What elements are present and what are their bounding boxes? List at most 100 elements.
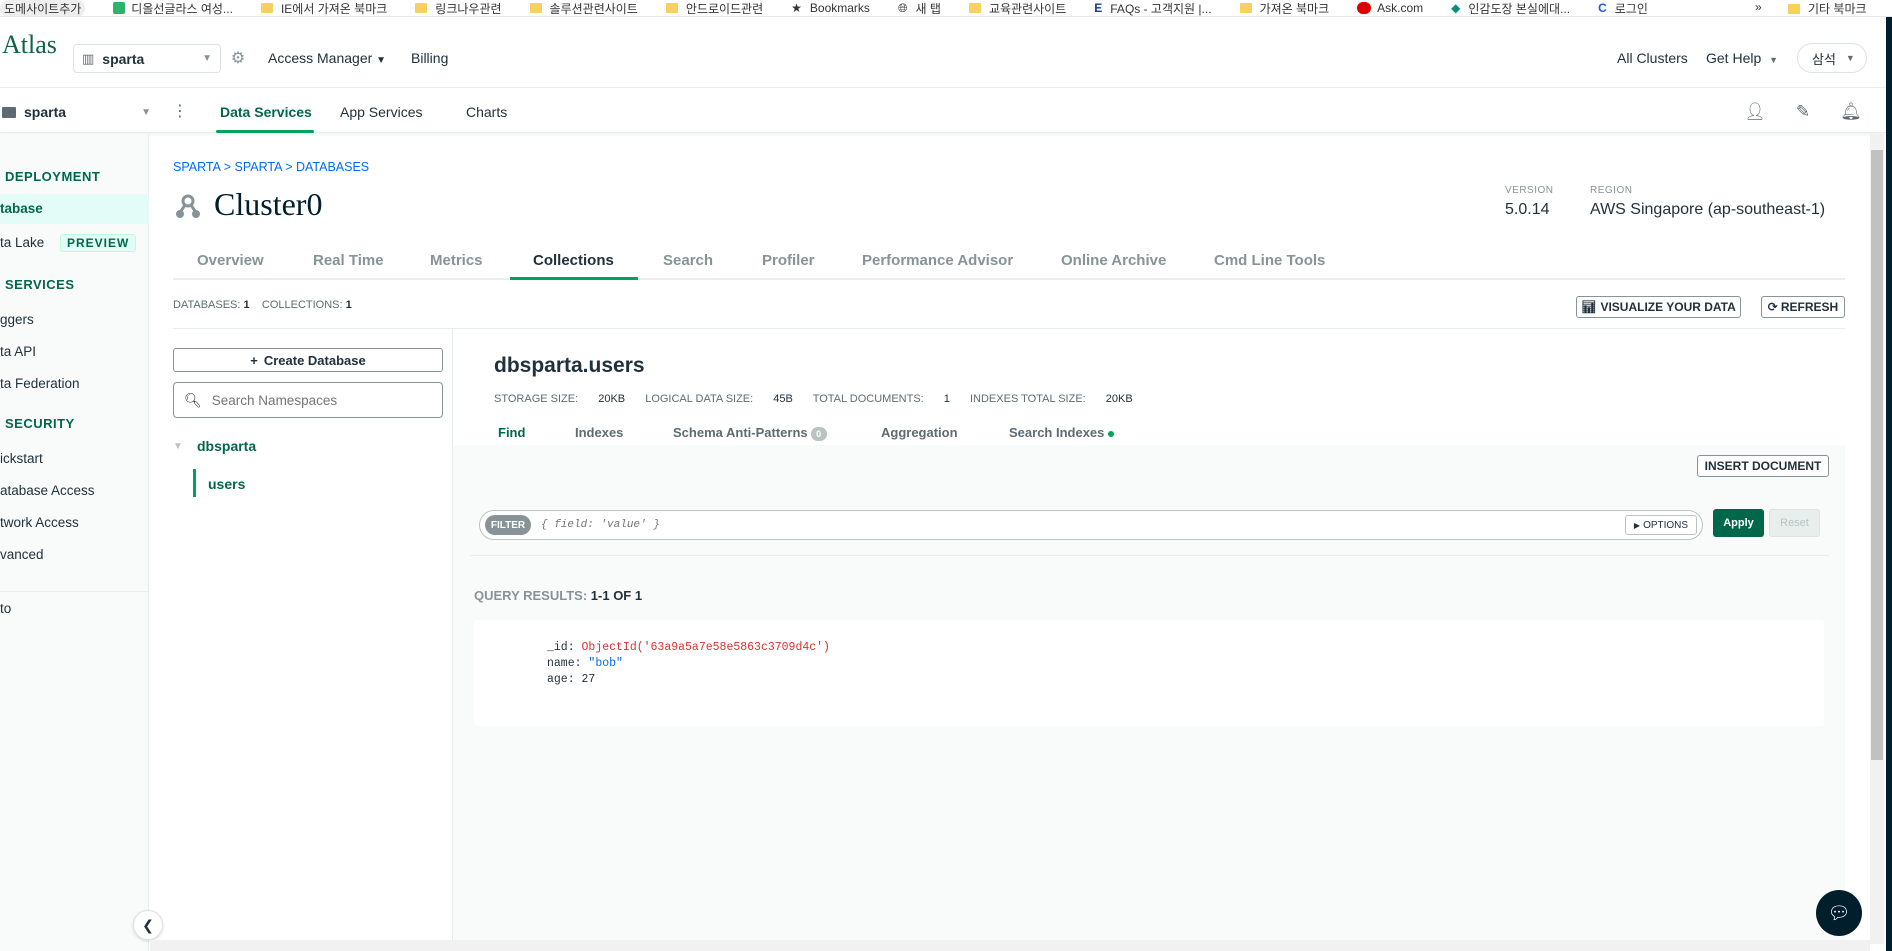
sidebar-item-database-access[interactable]: atabase Access: [0, 483, 95, 498]
bookmark-9[interactable]: E FAQs - 고객지원 |...: [1094, 0, 1211, 16]
tab-overview[interactable]: Overview: [197, 252, 264, 269]
collapse-sidebar-button[interactable]: ❮: [133, 910, 163, 940]
sidebar-item-quickstart[interactable]: ickstart: [0, 451, 43, 466]
visualize-data-button[interactable]: 📊︎ VISUALIZE YOUR DATA: [1576, 296, 1741, 318]
tab-data-services[interactable]: Data Services: [220, 104, 312, 120]
sidebar-item-triggers[interactable]: ggers: [0, 312, 34, 327]
bookmark-4[interactable]: 솔루션관련사이트: [529, 0, 638, 16]
sidebar-item-data-lake[interactable]: ta Lake: [0, 235, 44, 250]
get-help-menu[interactable]: Get Help ▼: [1706, 50, 1778, 66]
filter-input[interactable]: [541, 519, 1601, 531]
subtab-schema-anti-patterns[interactable]: Schema Anti-Patterns 0: [673, 425, 827, 441]
refresh-icon: ⟳: [1767, 300, 1778, 314]
apply-button[interactable]: Apply: [1713, 509, 1764, 537]
bookmark-6[interactable]: ★ Bookmarks: [791, 1, 870, 15]
region-label: REGION: [1590, 185, 1633, 196]
subtab-aggregation[interactable]: Aggregation: [881, 425, 958, 440]
invite-user-icon[interactable]: 👤︎: [1744, 101, 1766, 123]
bookmark-3[interactable]: 링크나우관련: [415, 0, 502, 16]
doc-field-age: age: 27: [547, 673, 596, 686]
horizontal-scrollbar[interactable]: [150, 940, 1870, 951]
sidebar-heading-security: SECURITY: [5, 416, 75, 431]
sidebar-heading-deployment: DEPLOYMENT: [5, 169, 101, 184]
refresh-button[interactable]: ⟳ REFRESH: [1761, 296, 1845, 318]
subtab-indexes[interactable]: Indexes: [575, 425, 623, 440]
caret-down-icon: ▼: [376, 55, 387, 66]
active-tab-indicator: [510, 277, 638, 280]
folder-icon: [260, 3, 273, 13]
tab-cmd-line-tools[interactable]: Cmd Line Tools: [1214, 252, 1325, 269]
chat-support-icon[interactable]: 💬︎: [1816, 890, 1862, 936]
sidebar: DEPLOYMENT tabase ta Lake PREVIEW SERVIC…: [0, 134, 149, 951]
building-icon: ▥: [82, 50, 95, 66]
billing-link[interactable]: Billing: [411, 50, 448, 66]
cluster-tabs: Overview Real Time Metrics Collections S…: [173, 252, 1845, 280]
bell-icon[interactable]: 🔔︎: [1840, 101, 1862, 123]
sidebar-item-data-api[interactable]: ta API: [0, 344, 36, 359]
user-menu[interactable]: 삼석 ▼: [1797, 43, 1867, 73]
namespace-search-input[interactable]: [211, 392, 432, 408]
tab-profiler[interactable]: Profiler: [762, 252, 815, 269]
access-manager-menu[interactable]: Access Manager ▼: [268, 50, 386, 66]
sidebar-item-database-label: tabase: [0, 201, 43, 216]
star-icon: ★: [791, 1, 802, 15]
tab-real-time[interactable]: Real Time: [313, 252, 384, 269]
bookmark-8[interactable]: 교육관련사이트: [968, 0, 1066, 16]
insert-document-button[interactable]: INSERT DOCUMENT: [1697, 455, 1829, 477]
expand-caret-icon[interactable]: ▼: [173, 441, 183, 452]
bookmarks-more-button[interactable]: »: [1755, 0, 1762, 14]
sidebar-item-advanced[interactable]: vanced: [0, 547, 44, 562]
create-database-button[interactable]: + Create Database: [173, 348, 443, 372]
org-select[interactable]: ▥ sparta ▼: [73, 44, 221, 73]
bookmark-7[interactable]: 🌐︎ 새 탭: [898, 0, 941, 16]
scrollbar-thumb[interactable]: [1871, 150, 1883, 760]
bookmark-12[interactable]: ◆ 인감도장 본실에대...: [1451, 0, 1570, 16]
filter-chip: FILTER: [485, 515, 531, 535]
options-button[interactable]: ▶ OPTIONS: [1625, 515, 1697, 535]
subtab-search-indexes[interactable]: Search Indexes: [1009, 425, 1115, 440]
doc-field-name: name: "bob": [547, 657, 623, 670]
chevron-down-icon: ▼: [202, 53, 212, 64]
ask-icon: [1357, 2, 1372, 14]
tab-charts[interactable]: Charts: [466, 104, 507, 120]
bookmark-2[interactable]: IE에서 가져온 북마크: [260, 0, 387, 16]
breadcrumb[interactable]: SPARTA > SPARTA > DATABASES: [173, 160, 369, 174]
namespace-collection[interactable]: users: [208, 476, 245, 492]
bookmark-0[interactable]: 도메사이트추가: [0, 0, 86, 16]
bookmark-5[interactable]: 안드로이드관련: [665, 0, 763, 16]
chevron-left-icon: ❮: [142, 916, 154, 933]
kebab-menu-icon[interactable]: ⋮: [172, 101, 188, 121]
collection-title: dbsparta.users: [494, 354, 645, 377]
project-select[interactable]: sparta ▼: [0, 101, 155, 123]
bookmark-13[interactable]: C 로그인: [1598, 0, 1648, 16]
filter-bar[interactable]: FILTER ▶OPTIONS: [479, 510, 1703, 540]
bookmark-1[interactable]: 디올선글라스 여성...: [113, 0, 233, 16]
status-dot-icon: [1108, 430, 1115, 437]
active-tab-indicator: [216, 130, 314, 133]
sidebar-item-goto[interactable]: to: [0, 601, 11, 616]
tab-online-archive[interactable]: Online Archive: [1061, 252, 1166, 269]
document-card[interactable]: _id: ObjectId('63a9a5a7e58e5863c3709d4c'…: [474, 620, 1824, 726]
version-value: 5.0.14: [1505, 201, 1550, 218]
tab-metrics[interactable]: Metrics: [430, 252, 483, 269]
tab-performance-advisor[interactable]: Performance Advisor: [862, 252, 1013, 269]
namespace-db[interactable]: dbsparta: [197, 438, 256, 454]
folder-icon: [1239, 3, 1252, 13]
tab-app-services[interactable]: App Services: [340, 104, 422, 120]
gear-icon[interactable]: ⚙: [227, 47, 249, 69]
atlas-logo[interactable]: Atlas: [2, 30, 57, 60]
tab-collections[interactable]: Collections: [533, 252, 614, 269]
all-clusters-link[interactable]: All Clusters: [1617, 50, 1688, 66]
other-bookmarks[interactable]: 기타 북마크: [1788, 0, 1867, 16]
tab-search[interactable]: Search: [663, 252, 713, 269]
reset-button[interactable]: Reset: [1769, 509, 1820, 537]
sidebar-item-network-access[interactable]: twork Access: [0, 515, 79, 530]
bookmark-11[interactable]: Ask.com: [1357, 1, 1423, 15]
subtab-find[interactable]: Find: [498, 425, 525, 440]
folder-icon: [415, 3, 428, 13]
sidebar-divider: [0, 591, 149, 592]
sidebar-item-data-federation[interactable]: ta Federation: [0, 376, 80, 391]
activity-feed-icon[interactable]: ✎: [1792, 101, 1814, 123]
namespace-search[interactable]: 🔍︎: [173, 382, 443, 418]
bookmark-10[interactable]: 가져온 북마크: [1239, 0, 1329, 16]
